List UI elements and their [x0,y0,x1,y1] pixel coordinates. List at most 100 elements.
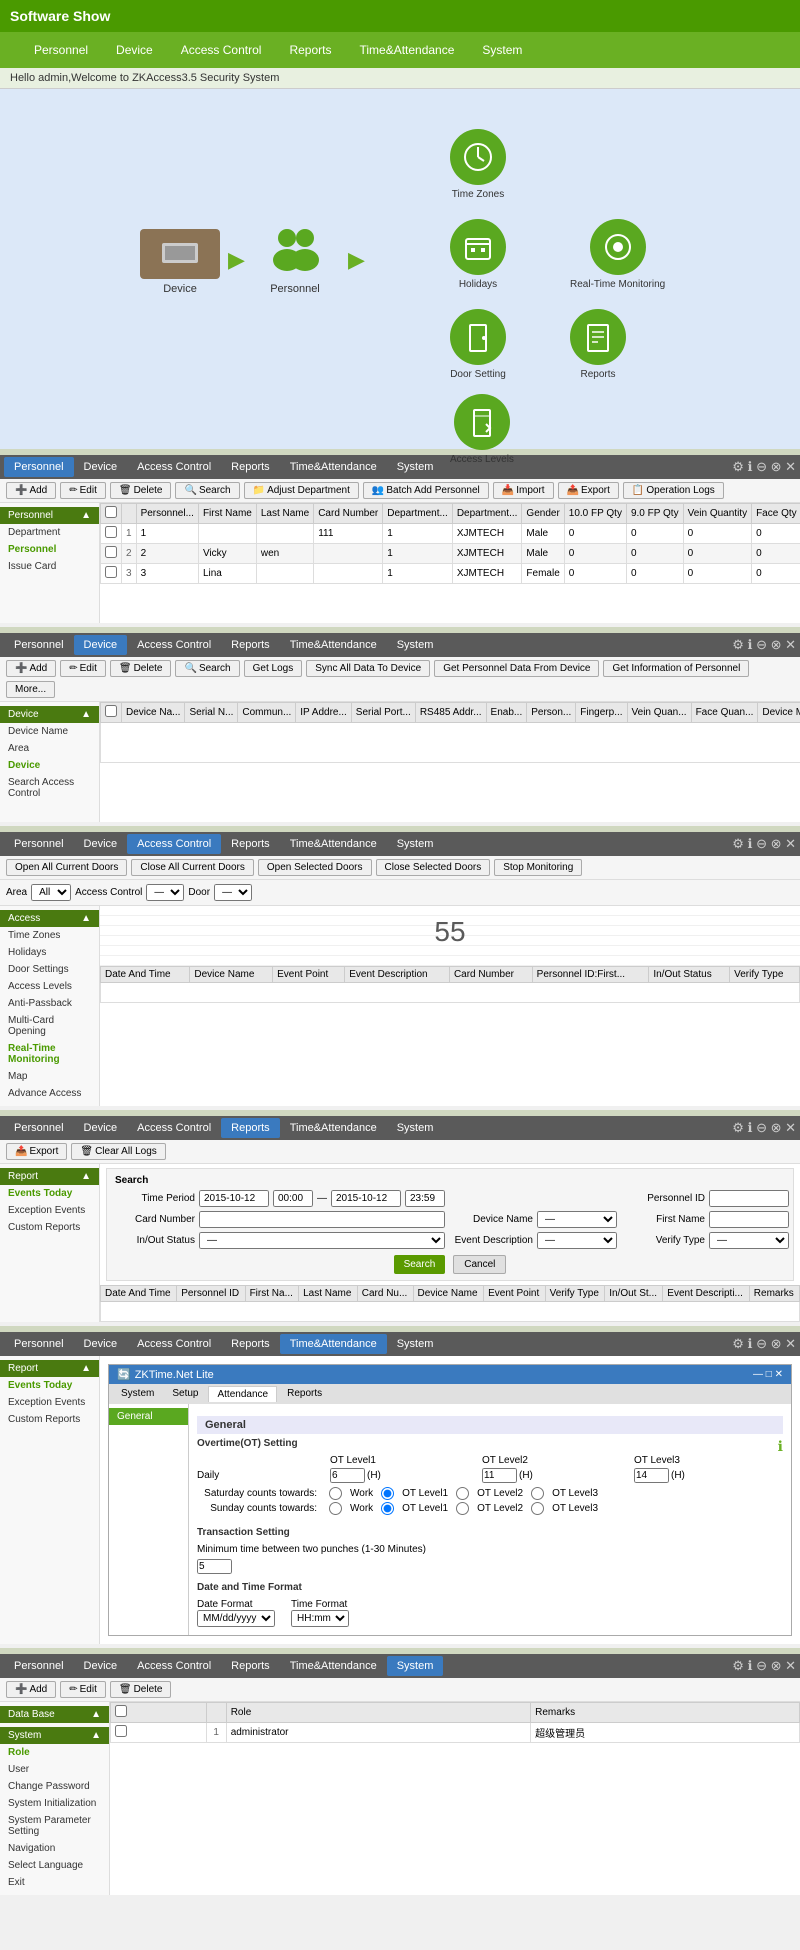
device-th-person[interactable]: Person... [527,703,576,723]
device-th-commun[interactable]: Commun... [238,703,296,723]
sidebar-item-device-name[interactable]: Device Name [0,723,99,740]
sidebar-item-access-levels[interactable]: Access Levels [0,978,99,995]
device-syncall-btn[interactable]: Sync All Data To Device [306,660,430,677]
sidebar-item-ta-exception-events[interactable]: Exception Events [0,1394,99,1411]
device-th-fingerp[interactable]: Fingerp... [576,703,627,723]
th-face[interactable]: Face Qty [752,504,800,524]
sys-add-btn[interactable]: ➕ Add [6,1681,56,1698]
device-menu-access[interactable]: Access Control [127,635,221,655]
time-from-hm[interactable] [273,1190,313,1207]
sys-th-remarks[interactable]: Remarks [531,1703,800,1723]
ta-tab-setup[interactable]: Setup [164,1386,206,1402]
ta-info-icon[interactable]: ℹ [778,1438,783,1455]
device-th-enable[interactable]: Enab... [486,703,527,723]
sidebar-item-ta-custom-reports[interactable]: Custom Reports [0,1411,99,1428]
sidebar-item-device[interactable]: Device [0,757,99,774]
ac-open-selected-btn[interactable]: Open Selected Doors [258,859,372,876]
table-row[interactable]: 1 administrator 超级管理员 [111,1723,800,1743]
personnel-import-btn[interactable]: 📥 Import [493,482,554,499]
ta-menu-access[interactable]: Access Control [127,1334,221,1354]
time-to-input[interactable] [331,1190,401,1207]
first-name-input[interactable] [709,1211,789,1228]
device-th-face[interactable]: Face Quan... [691,703,758,723]
rpt-th-firstname[interactable]: First Na... [245,1286,299,1302]
sidebar-item-holidays[interactable]: Holidays [0,944,99,961]
device-getinfo-btn[interactable]: Get Information of Personnel [603,660,749,677]
rpt-th-eventdesc[interactable]: Event Descripti... [663,1286,750,1302]
sidebar-item-role[interactable]: Role [0,1744,109,1761]
sys-th-role[interactable]: Role [226,1703,530,1723]
device-menu-reports[interactable]: Reports [221,635,280,655]
sidebar-item-anti-passback[interactable]: Anti-Passback [0,995,99,1012]
device-more-btn[interactable]: More... [6,681,55,698]
rpt-th-device[interactable]: Device Name [413,1286,484,1302]
ta-ot1-daily-input[interactable] [330,1468,365,1483]
device-name-select[interactable]: — [537,1211,617,1228]
ac-menu-device[interactable]: Device [74,834,128,854]
device-menu-ta[interactable]: Time&Attendance [280,635,387,655]
personnel-menu-access[interactable]: Access Control [127,457,221,477]
th-personnel-id[interactable]: Personnel... [136,504,198,524]
sys-menu-access[interactable]: Access Control [127,1656,221,1676]
sys-menu-ta[interactable]: Time&Attendance [280,1656,387,1676]
ac-menu-system[interactable]: System [387,834,444,854]
sidebar-item-sys-param[interactable]: System Parameter Setting [0,1812,109,1840]
device-select-all[interactable] [105,705,117,717]
nav-personnel[interactable]: Personnel [20,35,102,65]
rpt-th-datetime[interactable]: Date And Time [101,1286,177,1302]
sys-delete-btn[interactable]: 🗑 Delete [110,1681,172,1698]
sys-menu-device[interactable]: Device [74,1656,128,1676]
rpt-th-eventpoint[interactable]: Event Point [484,1286,546,1302]
ta-menu-personnel[interactable]: Personnel [4,1334,74,1354]
rpt-menu-access[interactable]: Access Control [127,1118,221,1138]
search-button[interactable]: Search [394,1255,446,1274]
sidebar-item-multi-card[interactable]: Multi-Card Opening [0,1012,99,1040]
sidebar-item-custom-reports[interactable]: Custom Reports [0,1219,99,1236]
ta-menu-ta[interactable]: Time&Attendance [280,1334,387,1354]
time-from-input[interactable] [199,1190,269,1207]
ta-menu-device[interactable]: Device [74,1334,128,1354]
rpt-th-pid[interactable]: Personnel ID [177,1286,245,1302]
sys-edit-btn[interactable]: ✏ Edit [60,1681,106,1698]
ac-th-datetime[interactable]: Date And Time [101,967,190,983]
ac-close-all-btn[interactable]: Close All Current Doors [131,859,253,876]
nav-access-control[interactable]: Access Control [167,35,276,65]
inout-select[interactable]: — [199,1232,445,1249]
nav-device[interactable]: Device [102,35,167,65]
rpt-th-inout[interactable]: In/Out St... [605,1286,663,1302]
sys-menu-reports[interactable]: Reports [221,1656,280,1676]
device-th-rs485[interactable]: RS485 Addr... [415,703,486,723]
personnel-add-btn[interactable]: ➕ Add [6,482,56,499]
sidebar-item-events-today[interactable]: Events Today [0,1185,99,1202]
ac-menu-reports[interactable]: Reports [221,834,280,854]
rpt-menu-ta[interactable]: Time&Attendance [280,1118,387,1138]
ta-menu-reports[interactable]: Reports [221,1334,280,1354]
device-edit-btn[interactable]: ✏ Edit [60,660,106,677]
ac-menu-personnel[interactable]: Personnel [4,834,74,854]
rpt-menu-reports[interactable]: Reports [221,1118,280,1138]
row-checkbox[interactable] [105,566,117,578]
row-checkbox[interactable] [105,526,117,538]
ta-sun-ot1[interactable] [381,1502,394,1515]
time-to-hm[interactable] [405,1190,445,1207]
ac-th-event-point[interactable]: Event Point [273,967,345,983]
th-fp10[interactable]: 10.0 FP Qty [564,504,626,524]
rpt-th-remarks[interactable]: Remarks [749,1286,799,1302]
device-getlogs-btn[interactable]: Get Logs [244,660,303,677]
sidebar-item-realtime[interactable]: Real-Time Monitoring [0,1040,99,1068]
ac-close-selected-btn[interactable]: Close Selected Doors [376,859,491,876]
sys-menu-personnel[interactable]: Personnel [4,1656,74,1676]
sidebar-item-sys-init[interactable]: System Initialization [0,1795,109,1812]
ac-th-device[interactable]: Device Name [190,967,273,983]
ac-menu-ta[interactable]: Time&Attendance [280,834,387,854]
rpt-clearall-btn[interactable]: 🗑 Clear All Logs [71,1143,165,1160]
personnel-menu-system[interactable]: System [387,457,444,477]
ac-th-personnel[interactable]: Personnel ID:First... [532,967,649,983]
sidebar-item-change-pw[interactable]: Change Password [0,1778,109,1795]
ac-stop-monitoring-btn[interactable]: Stop Monitoring [494,859,582,876]
ta-sun-ot3[interactable] [531,1502,544,1515]
ac-th-event-desc[interactable]: Event Description [345,967,450,983]
sidebar-item-issue-card[interactable]: Issue Card [0,558,99,575]
table-row[interactable]: 1 1 111 1 XJMTECH Male 0 0 0 0 [101,524,800,544]
th-firstname[interactable]: First Name [198,504,256,524]
